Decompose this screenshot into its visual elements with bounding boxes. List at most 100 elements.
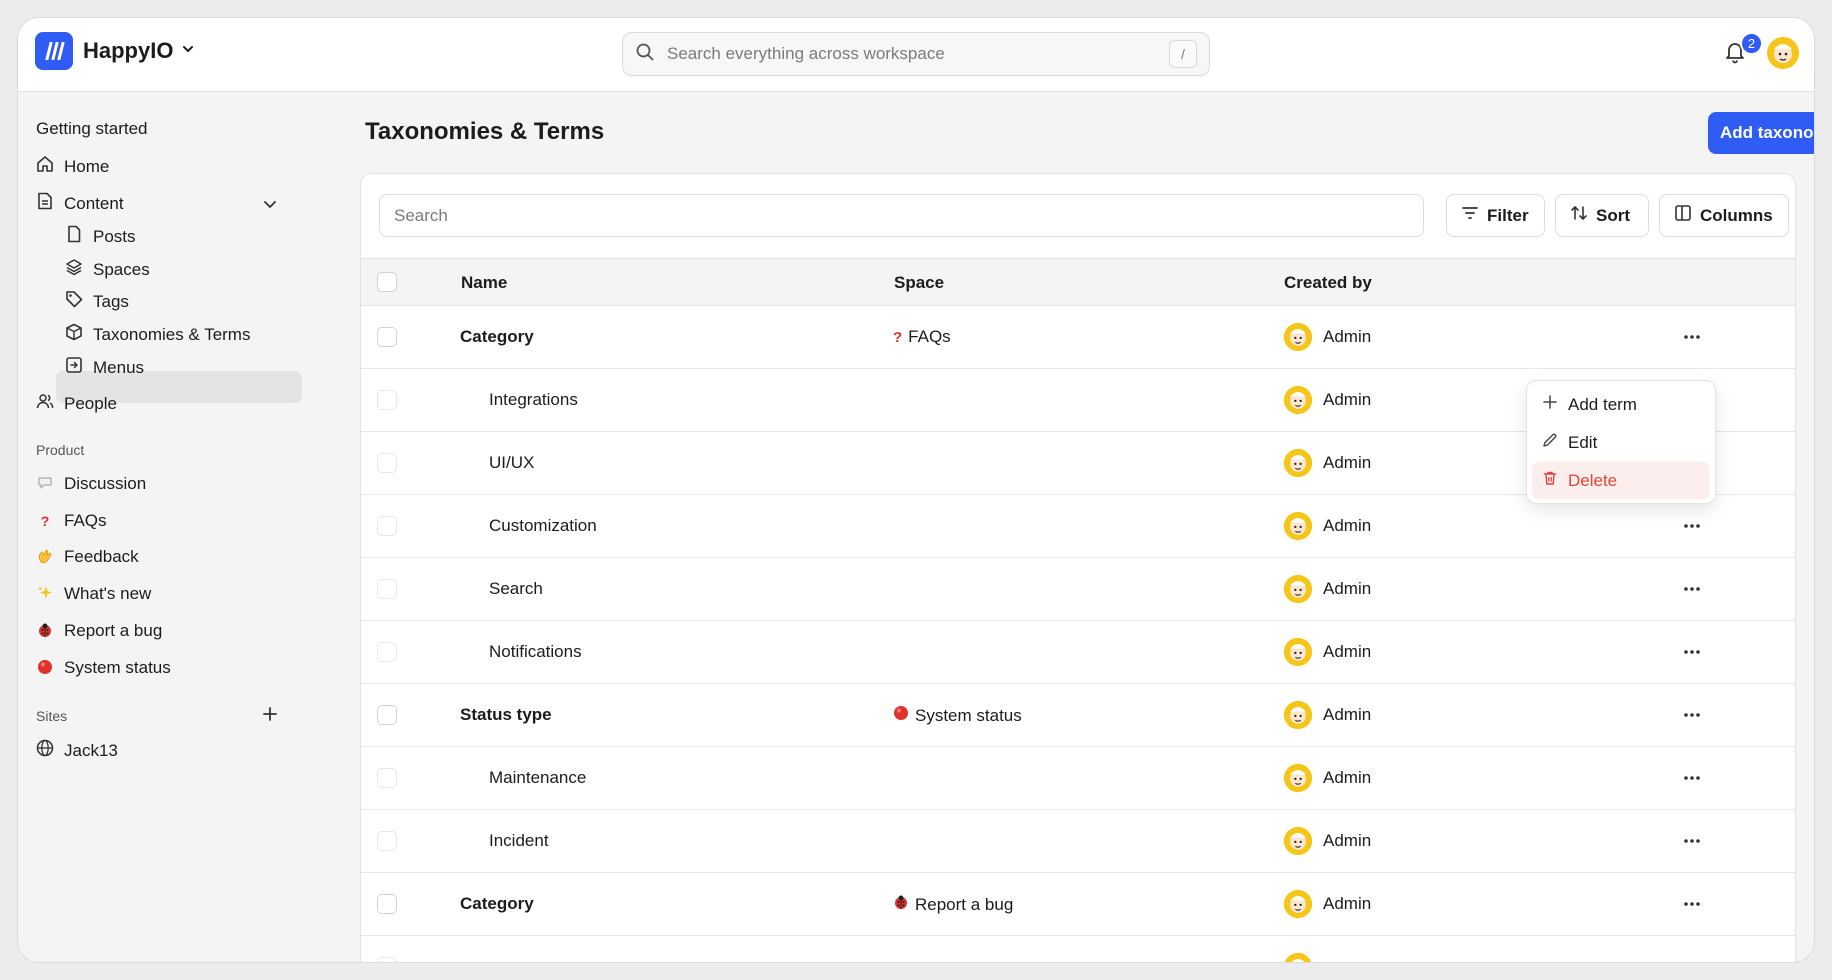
creator-cell: Admin	[1283, 637, 1371, 667]
select-all-checkbox[interactable]	[377, 272, 397, 292]
more-actions-icon[interactable]	[1677, 765, 1707, 791]
workspace-switcher[interactable]: HappyIO	[35, 32, 195, 70]
row-checkbox[interactable]	[377, 768, 397, 788]
people-icon	[36, 392, 54, 415]
avatar	[1283, 889, 1313, 919]
more-actions-icon[interactable]	[1677, 639, 1707, 665]
getting-started-link[interactable]: Getting started	[36, 119, 148, 139]
more-actions-icon[interactable]	[1677, 576, 1707, 602]
sidebar-item-whats-new[interactable]: What's new	[36, 584, 151, 604]
taxonomy-name: Status type	[460, 705, 552, 724]
table-row-partial[interactable]	[361, 936, 1795, 962]
row-checkbox[interactable]	[377, 642, 397, 662]
sidebar-item-label: Feedback	[64, 547, 139, 566]
more-actions-icon[interactable]	[1677, 702, 1707, 728]
table-row[interactable]: Status type System status Admin	[361, 684, 1795, 747]
table-row[interactable]: Category ? FAQs Admin	[361, 306, 1795, 369]
table-row[interactable]: Notifications Admin	[361, 621, 1795, 684]
more-actions-icon[interactable]	[1677, 513, 1707, 539]
table-row[interactable]: Category Report a bug Admin	[361, 873, 1795, 936]
column-header-created-by[interactable]: Created by	[1284, 273, 1372, 293]
avatar	[1283, 826, 1313, 856]
trash-icon	[1542, 470, 1558, 491]
sidebar-item-faqs[interactable]: ? FAQs	[36, 511, 107, 531]
sidebar-item-report-bug[interactable]: Report a bug	[36, 621, 162, 641]
sidebar-item-content[interactable]: Content	[36, 192, 124, 215]
creator-name: Admin	[1323, 831, 1372, 850]
creator-name: Admin	[1323, 768, 1372, 787]
term-name: UI/UX	[489, 453, 535, 472]
row-checkbox[interactable]	[377, 957, 397, 962]
columns-icon	[1674, 204, 1692, 227]
row-checkbox[interactable]	[377, 705, 397, 725]
sidebar-item-label: What's new	[64, 584, 152, 603]
cube-icon	[65, 323, 83, 346]
app-window: HappyIO / 2 Getting started Home	[17, 17, 1815, 963]
columns-button[interactable]: Columns	[1659, 194, 1789, 237]
more-actions-icon[interactable]	[1677, 324, 1707, 350]
creator-name: Admin	[1323, 390, 1372, 409]
more-actions-icon[interactable]	[1677, 828, 1707, 854]
sidebar-item-label: Spaces	[93, 259, 150, 279]
add-taxonomy-button[interactable]: Add taxonomy	[1708, 112, 1814, 154]
red-circle-icon	[893, 705, 909, 726]
sidebar-item-taxonomies[interactable]: Taxonomies & Terms	[65, 323, 250, 346]
row-checkbox[interactable]	[377, 894, 397, 914]
sidebar-item-discussion[interactable]: Discussion	[36, 474, 146, 494]
sort-button[interactable]: Sort	[1555, 194, 1649, 237]
row-checkbox[interactable]	[377, 516, 397, 536]
column-header-name[interactable]: Name	[461, 273, 507, 293]
table-row[interactable]: Incident Admin	[361, 810, 1795, 873]
tag-icon	[65, 290, 83, 313]
sidebar-item-label: Jack13	[64, 740, 118, 760]
table-row[interactable]: Customization Admin	[361, 495, 1795, 558]
row-checkbox[interactable]	[377, 579, 397, 599]
sidebar-item-menus[interactable]: Menus	[65, 356, 144, 379]
sidebar-item-feedback[interactable]: Feedback	[36, 547, 139, 567]
app-logo-icon	[35, 32, 73, 70]
document-icon	[36, 192, 54, 215]
home-icon	[36, 155, 54, 178]
row-checkbox[interactable]	[377, 453, 397, 473]
filter-button[interactable]: Filter	[1446, 194, 1545, 237]
term-name: Incident	[489, 831, 549, 850]
row-checkbox[interactable]	[377, 831, 397, 851]
sidebar-item-site-jack13[interactable]: Jack13	[36, 739, 118, 762]
column-header-space[interactable]: Space	[894, 273, 944, 293]
more-actions-icon[interactable]	[1677, 891, 1707, 917]
creator-cell: Admin	[1283, 574, 1371, 604]
table-row[interactable]: Maintenance Admin	[361, 747, 1795, 810]
sidebar-item-label: System status	[64, 658, 171, 677]
sidebar-item-system-status[interactable]: System status	[36, 658, 171, 678]
creator-cell: Admin	[1283, 511, 1371, 541]
menu-item-delete[interactable]: Delete	[1532, 462, 1710, 499]
sidebar-item-people[interactable]: People	[36, 392, 117, 415]
global-search[interactable]: /	[622, 32, 1210, 76]
creator-name: Admin	[1323, 516, 1372, 535]
global-search-input[interactable]	[667, 44, 1169, 64]
chevron-down-icon[interactable]	[262, 196, 278, 217]
sidebar-item-tags[interactable]: Tags	[65, 290, 129, 313]
sidebar-item-posts[interactable]: Posts	[65, 225, 136, 248]
avatar	[1283, 511, 1313, 541]
table-search-input[interactable]	[379, 194, 1424, 237]
table-header: Name Space Created by	[361, 258, 1795, 306]
menu-item-add-term[interactable]: Add term	[1532, 386, 1710, 423]
row-checkbox[interactable]	[377, 390, 397, 410]
sidebar-item-spaces[interactable]: Spaces	[65, 258, 150, 281]
creator-name: Admin	[1323, 894, 1372, 913]
menu-item-edit[interactable]: Edit	[1532, 424, 1710, 461]
table-row[interactable]: Search Admin	[361, 558, 1795, 621]
user-avatar[interactable]	[1766, 36, 1800, 70]
sidebar-item-home[interactable]: Home	[36, 155, 109, 178]
add-site-plus-icon[interactable]	[262, 706, 278, 727]
creator-name: Admin	[1323, 642, 1372, 661]
creator-name: Admin	[1323, 453, 1372, 472]
chevron-down-icon	[181, 42, 195, 61]
row-checkbox[interactable]	[377, 327, 397, 347]
creator-cell: Admin	[1283, 700, 1371, 730]
sort-label: Sort	[1596, 205, 1630, 225]
sidebar-item-label: People	[64, 393, 117, 413]
sidebar-item-label: Home	[64, 156, 110, 176]
menu-item-label: Add term	[1568, 394, 1637, 414]
